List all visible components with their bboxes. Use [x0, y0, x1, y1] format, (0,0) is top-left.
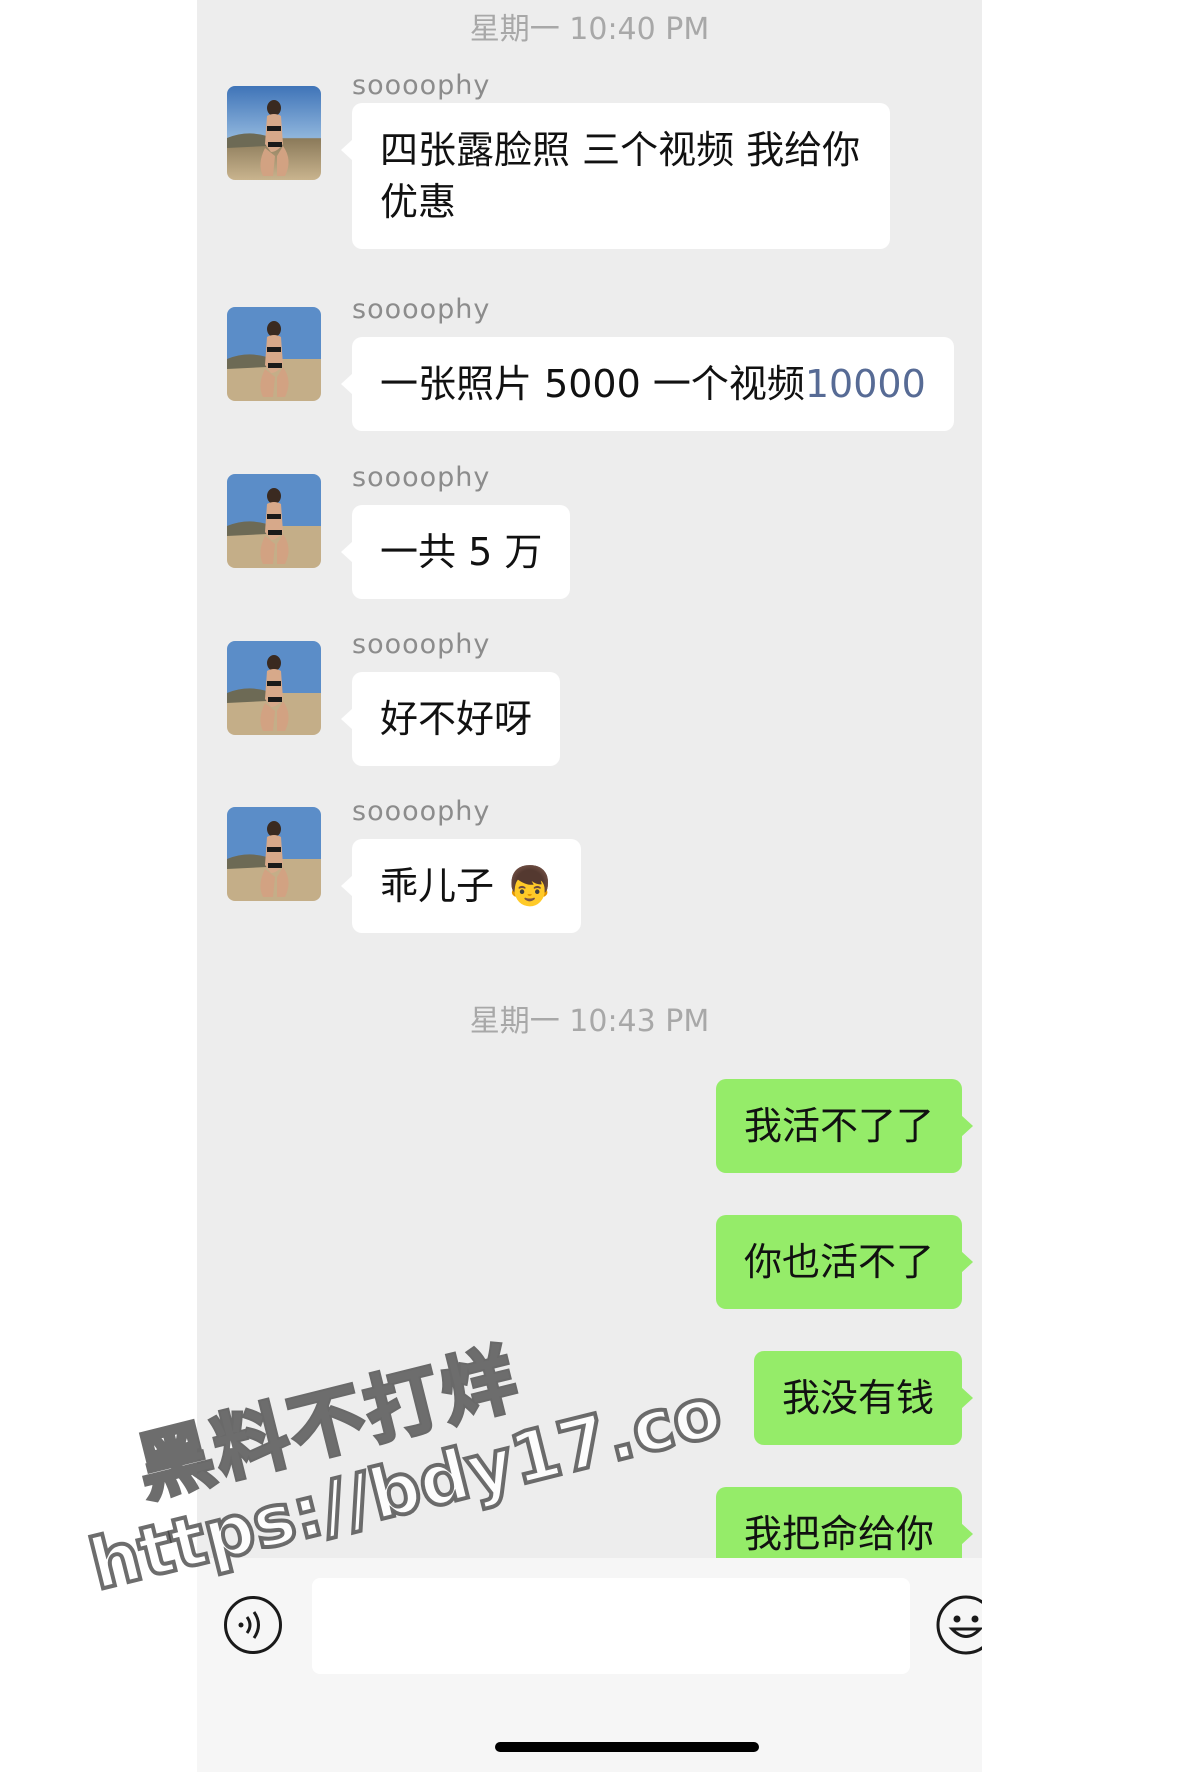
chat-screen: 星期一 10:40 PM soooophy 四张露脸照 三个视频 我给你优惠 s… — [197, 0, 982, 1772]
input-bar — [197, 1558, 982, 1772]
message-bubble[interactable]: 四张露脸照 三个视频 我给你优惠 — [341, 103, 890, 249]
sender-name: soooophy — [352, 629, 491, 660]
message-bubble[interactable]: 乖儿子 👦 — [340, 839, 582, 933]
avatar[interactable] — [227, 807, 321, 901]
avatar[interactable] — [227, 641, 321, 735]
outgoing-message-bubble[interactable]: 我没有钱 — [753, 1351, 974, 1445]
avatar[interactable] — [227, 474, 321, 568]
message-bubble[interactable]: 好不好呀 — [340, 672, 561, 766]
timestamp: 星期一 10:40 PM — [469, 12, 710, 47]
sender-name: soooophy — [352, 462, 491, 493]
avatar[interactable] — [227, 307, 321, 401]
smiley-face-icon[interactable] — [935, 1594, 982, 1656]
sender-name: soooophy — [352, 796, 491, 827]
timestamp: 星期一 10:43 PM — [469, 1004, 710, 1039]
sender-name: soooophy — [352, 294, 491, 325]
outgoing-message-bubble[interactable]: 我活不了了 — [715, 1079, 974, 1173]
message-input[interactable] — [312, 1578, 910, 1674]
message-text: 一张照片 5000 一个视频 — [380, 362, 805, 406]
sender-name: soooophy — [352, 70, 491, 101]
home-indicator — [495, 1742, 759, 1752]
voice-icon[interactable] — [224, 1596, 282, 1654]
number-link[interactable]: 10000 — [805, 362, 926, 406]
outgoing-message-bubble[interactable]: 你也活不了 — [715, 1215, 974, 1309]
message-bubble[interactable]: 一张照片 5000 一个视频10000 — [341, 337, 954, 431]
avatar[interactable] — [227, 86, 321, 180]
message-bubble[interactable]: 一共 5 万 — [340, 505, 571, 599]
